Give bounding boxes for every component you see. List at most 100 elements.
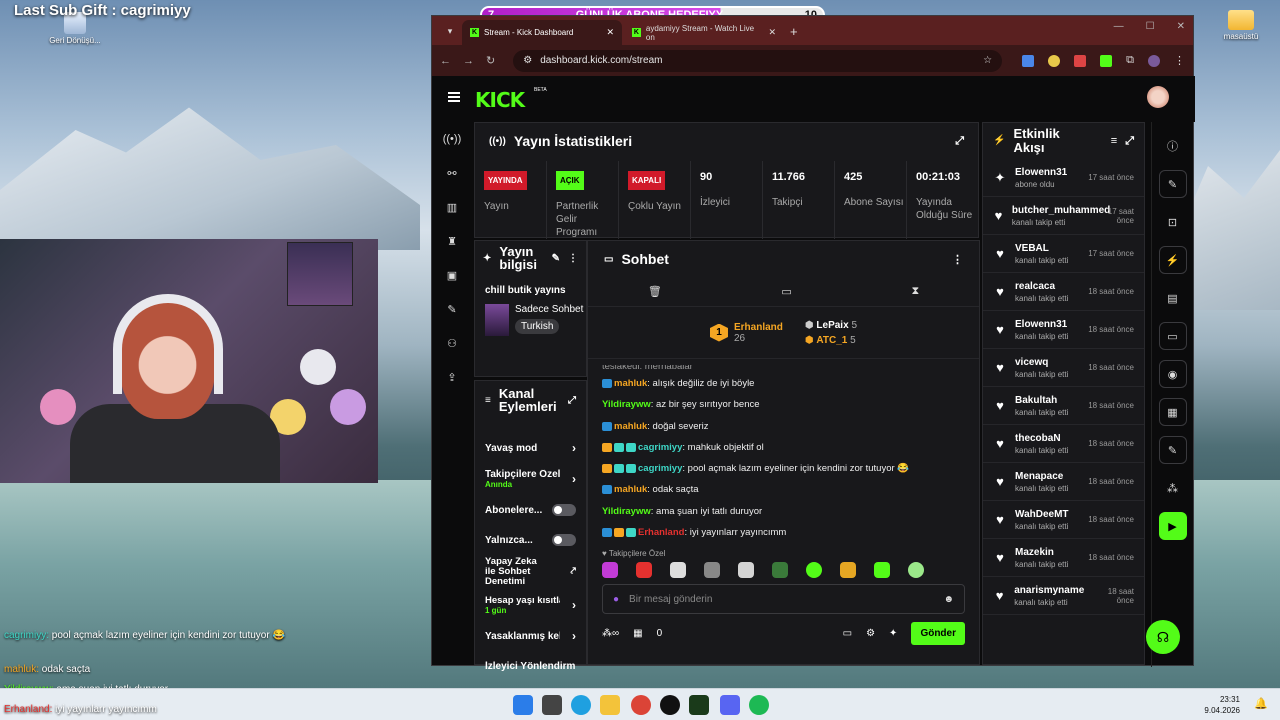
raid-item[interactable]: İzleyici Yönlendirme [475, 651, 586, 681]
popout-icon[interactable]: ⤢ [568, 394, 576, 407]
profile-icon[interactable] [1148, 54, 1160, 67]
menu-dots-icon[interactable]: ⋮ [1174, 54, 1185, 67]
emote-icon[interactable] [772, 562, 788, 579]
edge-icon[interactable] [571, 695, 591, 715]
banned-words-item[interactable]: Yasaklanmış kelimeler› [475, 621, 586, 651]
broadcast-icon[interactable]: ◉ [1158, 360, 1187, 388]
filter-icon[interactable]: ≡ [1111, 134, 1117, 148]
bookmark-star-icon[interactable]: ☆ [983, 55, 992, 66]
tab-aydamiyy-stream[interactable]: K aydamiyy Stream - Watch Live on ✕ [624, 20, 784, 45]
community-icon[interactable]: ⁂ [1159, 474, 1187, 502]
kick-extension-icon[interactable] [1100, 54, 1113, 67]
chrome-icon[interactable] [631, 695, 651, 715]
discord-icon[interactable] [720, 695, 740, 715]
emote-icon[interactable] [704, 562, 720, 579]
emote-only-item[interactable]: Yalnızca... [475, 525, 586, 555]
activity-item[interactable]: ♥ Mazekin kanalı takip etti 18 saat önce [983, 539, 1144, 577]
subscribers-only-toggle[interactable] [552, 504, 576, 516]
edit-icon[interactable]: ✎ [1158, 170, 1187, 198]
hourglass-icon[interactable]: ⧗ [911, 285, 919, 298]
channel-actions-icon[interactable]: ▦ [1158, 398, 1187, 426]
tab-search-button[interactable]: ▾ [438, 20, 462, 42]
lightning-icon[interactable]: ⚡ [1158, 246, 1187, 274]
trash-icon[interactable]: 🗑 [648, 285, 662, 298]
activity-item[interactable]: ♥ VEBAL kanalı takip etti 17 saat önce [983, 235, 1144, 273]
task-view-icon[interactable] [542, 695, 562, 715]
analytics-nav-icon[interactable]: ▥ [432, 190, 472, 224]
sparkle-icon[interactable]: ✦ [889, 628, 897, 639]
subscribers-only-item[interactable]: Abonelere... [475, 495, 586, 525]
chat-bubble-icon[interactable]: ▭ [843, 628, 852, 639]
close-tab-icon[interactable]: ✕ [768, 27, 776, 38]
chat-icon[interactable]: ▭ [1158, 322, 1187, 350]
community-points-icon[interactable]: ⁂∞ [602, 628, 619, 639]
popout-icon[interactable]: ⤢ [1125, 134, 1134, 148]
maximize-icon[interactable]: ☐ [1146, 21, 1155, 32]
forward-icon[interactable]: → [463, 55, 474, 67]
close-tab-icon[interactable]: ✕ [606, 27, 614, 38]
chat-settings-icon[interactable]: ▭ [781, 285, 791, 298]
more-icon[interactable]: ⋮ [952, 253, 963, 266]
obs-icon[interactable] [660, 695, 680, 715]
upload-nav-icon[interactable]: ⇪ [432, 360, 472, 394]
spotify-icon[interactable] [749, 695, 769, 715]
translate-extension-icon[interactable] [1022, 54, 1035, 67]
activity-item[interactable]: ♥ realcaca kanalı takip etti 18 saat önce [983, 273, 1144, 311]
site-info-icon[interactable]: ⚙ [523, 55, 532, 66]
emote-icon[interactable] [602, 562, 618, 579]
activity-item[interactable]: ♥ WahDeeMT kanalı takip etti 18 saat önce [983, 501, 1144, 539]
back-icon[interactable]: ← [440, 55, 451, 67]
emote-icon[interactable] [874, 562, 890, 579]
activity-item[interactable]: ♥ Menapace kanalı takip etti 18 saat önce [983, 463, 1144, 501]
popout-icon[interactable]: ⤢ [955, 135, 964, 148]
trophy-nav-icon[interactable]: ♜ [432, 224, 472, 258]
emoji-icon[interactable]: ☻ [943, 594, 954, 605]
tab-kick-dashboard[interactable]: K Stream - Kick Dashboard ✕ [462, 20, 622, 45]
more-icon[interactable]: ⋮ [568, 252, 578, 265]
broadcast-nav-icon[interactable]: ((•)) [432, 122, 472, 156]
account-age-item[interactable]: Hesap yaşı kısıtlaması1 gün› [475, 589, 586, 621]
extension-icon[interactable] [1074, 54, 1087, 67]
wrench-nav-icon[interactable]: ✎ [432, 292, 472, 326]
link-nav-icon[interactable]: ⚯ [432, 156, 472, 190]
microphone-icon[interactable]: ● [613, 594, 619, 605]
users-nav-icon[interactable]: ⚇ [432, 326, 472, 360]
slow-mode-item[interactable]: Yavaş mod › [475, 433, 586, 463]
emote-icon[interactable] [806, 562, 822, 579]
reload-icon[interactable]: ↻ [486, 54, 495, 67]
chat-input[interactable]: ● Bir mesaj gönderin ☻ [602, 584, 965, 615]
kick-app-icon[interactable]: ▶ [1158, 512, 1187, 540]
info-icon[interactable]: ⓘ [1159, 132, 1187, 160]
followers-only-item[interactable]: Takipçilere Özel Anında › [475, 463, 586, 495]
activity-item[interactable]: ♥ vicewq kanalı takip etti 18 saat önce [983, 349, 1144, 387]
emote-icon[interactable] [670, 562, 686, 579]
notification-bell-icon[interactable]: 🔔 [1254, 697, 1268, 710]
wrench-icon[interactable]: ✎ [1158, 436, 1187, 464]
emote-icon[interactable] [840, 562, 856, 579]
puzzle-extensions-icon[interactable]: ⧉ [1126, 54, 1134, 67]
extension-icon[interactable] [1048, 54, 1061, 67]
camera-icon[interactable]: ⊡ [1159, 208, 1187, 236]
system-clock[interactable]: 23:31 9.04.2026 [1204, 694, 1240, 716]
folder-desktop-icon[interactable]: masaüstü [1211, 10, 1271, 41]
close-window-icon[interactable]: ✕ [1177, 21, 1185, 32]
minimize-icon[interactable]: — [1114, 21, 1124, 32]
emote-icon[interactable] [908, 562, 924, 579]
kick-logo[interactable]: KICK [475, 88, 525, 112]
send-button[interactable]: Gönder [911, 622, 965, 646]
activity-item[interactable]: ♥ anarismyname kanalı takip etti 18 saat ön… [983, 577, 1144, 615]
new-tab-button[interactable]: + [790, 24, 798, 39]
edit-icon[interactable]: ✎ [552, 252, 560, 265]
emote-icon[interactable] [738, 562, 754, 579]
gift-icon[interactable]: ▦ [633, 628, 642, 639]
emote-icon[interactable] [636, 562, 652, 579]
ai-moderation-item[interactable]: Yapay Zeka ile Sohbet Denetimi ⤤ [475, 555, 586, 589]
activity-item[interactable]: ♥ butcher_muhammed kanalı takip etti 17 saa… [983, 197, 1144, 235]
kick-app-icon[interactable] [689, 695, 709, 715]
emote-only-toggle[interactable] [552, 534, 576, 546]
support-fab-button[interactable]: ☊ [1146, 620, 1180, 654]
start-icon[interactable] [513, 695, 533, 715]
user-avatar[interactable] [1147, 86, 1169, 108]
hamburger-menu-icon[interactable] [448, 92, 460, 102]
address-bar[interactable]: ⚙ dashboard.kick.com/stream ☆ [513, 49, 1003, 72]
